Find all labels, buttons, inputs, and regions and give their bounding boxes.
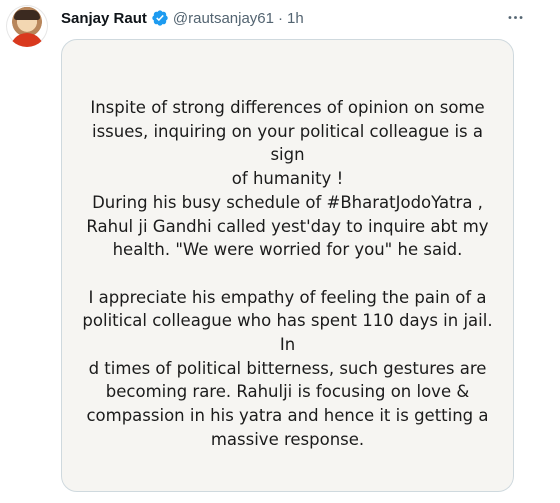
image-text-line: I appreciate his empathy of feeling the … <box>88 287 487 307</box>
author-name[interactable]: Sanjay Raut <box>61 10 147 27</box>
tweet-header: Sanjay Raut @rautsanjay61 · 1h <box>61 8 304 28</box>
image-text-line: Inspite of strong differences of opinion… <box>90 98 485 117</box>
author-handle[interactable]: @rautsanjay61 <box>173 10 274 27</box>
tweet-timestamp[interactable]: 1h <box>287 10 304 27</box>
tweet-image[interactable]: Inspite of strong differences of opinion… <box>61 39 514 492</box>
image-text-line: of humanity ! <box>231 169 344 189</box>
tweet: Sanjay Raut @rautsanjay61 · 1h Inspite o… <box>0 0 560 503</box>
more-horizontal-icon[interactable] <box>504 6 526 28</box>
image-text-line: d times of political bitterness, such ge… <box>88 358 487 378</box>
verified-badge-icon <box>151 9 169 27</box>
image-text-line: health. "We were worried for you" he sai… <box>112 240 463 260</box>
avatar-hair <box>14 10 40 20</box>
image-text-line: During his busy schedule of #BharatJodoY… <box>92 192 483 212</box>
image-text-line: Rahul ji Gandhi called yest'day to inqui… <box>86 216 489 236</box>
image-text-line: political colleague who has spent 110 da… <box>82 311 493 355</box>
separator-dot: · <box>278 9 283 27</box>
avatar[interactable] <box>6 5 48 47</box>
image-text-line: compassion in his yatra and hence it is … <box>86 406 489 426</box>
image-text: Inspite of strong differences of opinion… <box>80 96 495 452</box>
image-text-line: issues, inquiring on your political coll… <box>92 121 483 165</box>
image-text-line: becoming rare. Rahulji is focusing on lo… <box>105 382 470 402</box>
image-text-line: massive response. <box>210 429 365 449</box>
avatar-shirt <box>10 33 44 47</box>
